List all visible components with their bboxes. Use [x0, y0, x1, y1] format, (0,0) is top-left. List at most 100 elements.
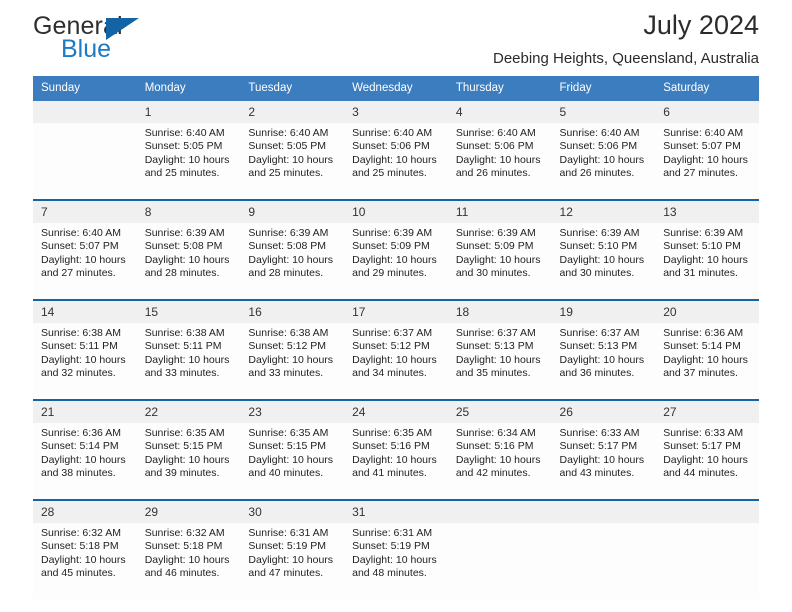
sunrise-text: Sunrise: 6:35 AM	[352, 427, 433, 439]
day-number[interactable]: 24	[344, 401, 448, 423]
day-cell[interactable]: Sunrise: 6:31 AM Sunset: 5:19 PM Dayligh…	[344, 523, 448, 599]
sunset-text: Sunset: 5:15 PM	[248, 440, 327, 453]
day-number[interactable]: 8	[136, 201, 241, 223]
daylight-text-line1: Daylight: 10 hours	[559, 353, 645, 366]
day-number[interactable]: 17	[344, 301, 448, 323]
day-cell[interactable]: Sunrise: 6:40 AM Sunset: 5:05 PM Dayligh…	[136, 123, 241, 199]
sunrise-text: Sunrise: 6:40 AM	[559, 127, 640, 139]
page-title: July 2024	[643, 10, 759, 40]
day-cell[interactable]: Sunrise: 6:31 AM Sunset: 5:19 PM Dayligh…	[240, 523, 345, 599]
day-number[interactable]: 14	[33, 301, 137, 323]
weekday-header-sunday: Sunday	[33, 76, 137, 101]
day-cell[interactable]: Sunrise: 6:40 AM Sunset: 5:07 PM Dayligh…	[655, 123, 759, 199]
day-number[interactable]: 11	[447, 201, 552, 223]
day-number[interactable]: 26	[551, 401, 656, 423]
day-number[interactable]: 25	[447, 401, 552, 423]
day-cell[interactable]: Sunrise: 6:39 AM Sunset: 5:09 PM Dayligh…	[344, 223, 448, 299]
day-cell[interactable]: Sunrise: 6:34 AM Sunset: 5:16 PM Dayligh…	[447, 423, 552, 499]
day-number[interactable]: 23	[240, 401, 345, 423]
sunset-text: Sunset: 5:06 PM	[455, 140, 534, 153]
daylight-text-line2: and 37 minutes.	[663, 367, 738, 380]
week-detail-row: Sunrise: 6:40 AM Sunset: 5:05 PM Dayligh…	[33, 123, 759, 199]
daylight-text-line2: and 33 minutes.	[248, 367, 324, 380]
sunset-text: Sunset: 5:06 PM	[352, 140, 430, 153]
day-number[interactable]: 29	[136, 501, 241, 523]
day-cell[interactable]: Sunrise: 6:33 AM Sunset: 5:17 PM Dayligh…	[551, 423, 656, 499]
sunset-text: Sunset: 5:16 PM	[455, 440, 534, 453]
daylight-text-line1: Daylight: 10 hours	[41, 253, 126, 266]
day-number[interactable]: 10	[344, 201, 448, 223]
day-cell[interactable]: Sunrise: 6:40 AM Sunset: 5:05 PM Dayligh…	[240, 123, 345, 199]
day-cell[interactable]: Sunrise: 6:40 AM Sunset: 5:06 PM Dayligh…	[551, 123, 656, 199]
day-cell[interactable]: Sunrise: 6:39 AM Sunset: 5:08 PM Dayligh…	[136, 223, 241, 299]
daylight-text-line2: and 36 minutes.	[559, 367, 635, 380]
day-cell[interactable]: Sunrise: 6:32 AM Sunset: 5:18 PM Dayligh…	[33, 523, 137, 599]
daylight-text-line2: and 25 minutes.	[248, 167, 324, 180]
day-number[interactable]: 30	[240, 501, 345, 523]
daylight-text-line1: Daylight: 10 hours	[455, 453, 541, 466]
sunset-text: Sunset: 5:17 PM	[663, 440, 741, 453]
day-number[interactable]: 1	[136, 101, 241, 123]
calendar-page: General Blue July 2024 Deebing Heights, …	[0, 0, 792, 612]
day-cell[interactable]: Sunrise: 6:38 AM Sunset: 5:12 PM Dayligh…	[240, 323, 345, 399]
day-number[interactable]: 4	[447, 101, 552, 123]
day-number[interactable]: 21	[33, 401, 137, 423]
weekday-header-thursday: Thursday	[447, 76, 552, 101]
daylight-text-line2: and 27 minutes.	[663, 167, 738, 180]
general-blue-logo[interactable]: General Blue	[33, 13, 243, 71]
day-cell[interactable]: Sunrise: 6:35 AM Sunset: 5:15 PM Dayligh…	[136, 423, 241, 499]
sunset-text: Sunset: 5:09 PM	[455, 240, 534, 253]
day-cell[interactable]: Sunrise: 6:40 AM Sunset: 5:07 PM Dayligh…	[33, 223, 137, 299]
day-cell[interactable]: Sunrise: 6:37 AM Sunset: 5:13 PM Dayligh…	[551, 323, 656, 399]
day-number[interactable]: 2	[240, 101, 345, 123]
day-number[interactable]: 31	[344, 501, 448, 523]
sunset-text: Sunset: 5:12 PM	[248, 340, 327, 353]
day-number[interactable]: 27	[655, 401, 759, 423]
day-number[interactable]: 18	[447, 301, 552, 323]
day-number[interactable]: 3	[344, 101, 448, 123]
daylight-text-line1: Daylight: 10 hours	[144, 353, 230, 366]
sunrise-text: Sunrise: 6:39 AM	[144, 227, 225, 239]
day-cell[interactable]: Sunrise: 6:32 AM Sunset: 5:18 PM Dayligh…	[136, 523, 241, 599]
day-cell[interactable]: Sunrise: 6:33 AM Sunset: 5:17 PM Dayligh…	[655, 423, 759, 499]
day-cell[interactable]: Sunrise: 6:38 AM Sunset: 5:11 PM Dayligh…	[136, 323, 241, 399]
day-number[interactable]: 6	[655, 101, 759, 123]
week-number-row: 28 29 30 31	[33, 501, 759, 523]
day-cell-empty	[551, 523, 656, 599]
day-cell[interactable]: Sunrise: 6:39 AM Sunset: 5:08 PM Dayligh…	[240, 223, 345, 299]
sunset-text: Sunset: 5:18 PM	[144, 540, 223, 553]
daylight-text-line2: and 26 minutes.	[455, 167, 531, 180]
day-number[interactable]: 9	[240, 201, 345, 223]
day-cell[interactable]: Sunrise: 6:37 AM Sunset: 5:12 PM Dayligh…	[344, 323, 448, 399]
day-cell[interactable]: Sunrise: 6:35 AM Sunset: 5:16 PM Dayligh…	[344, 423, 448, 499]
day-number[interactable]: 13	[655, 201, 759, 223]
day-cell[interactable]: Sunrise: 6:37 AM Sunset: 5:13 PM Dayligh…	[447, 323, 552, 399]
day-number[interactable]: 22	[136, 401, 241, 423]
day-cell[interactable]: Sunrise: 6:39 AM Sunset: 5:09 PM Dayligh…	[447, 223, 552, 299]
day-number[interactable]	[33, 101, 137, 123]
day-cell[interactable]: Sunrise: 6:38 AM Sunset: 5:11 PM Dayligh…	[33, 323, 137, 399]
day-cell[interactable]: Sunrise: 6:35 AM Sunset: 5:15 PM Dayligh…	[240, 423, 345, 499]
daylight-text-line1: Daylight: 10 hours	[559, 253, 645, 266]
sunrise-text: Sunrise: 6:39 AM	[559, 227, 640, 239]
sunrise-text: Sunrise: 6:33 AM	[559, 427, 640, 439]
day-cell[interactable]: Sunrise: 6:36 AM Sunset: 5:14 PM Dayligh…	[33, 423, 137, 499]
sunset-text: Sunset: 5:13 PM	[559, 340, 638, 353]
day-number[interactable]: 15	[136, 301, 241, 323]
page-header: General Blue July 2024 Deebing Heights, …	[33, 0, 759, 76]
sunset-text: Sunset: 5:13 PM	[455, 340, 534, 353]
day-cell[interactable]: Sunrise: 6:39 AM Sunset: 5:10 PM Dayligh…	[551, 223, 656, 299]
day-cell[interactable]: Sunrise: 6:39 AM Sunset: 5:10 PM Dayligh…	[655, 223, 759, 299]
day-number[interactable]: 7	[33, 201, 137, 223]
day-number[interactable]: 19	[551, 301, 656, 323]
day-number[interactable]: 12	[551, 201, 656, 223]
day-cell[interactable]: Sunrise: 6:40 AM Sunset: 5:06 PM Dayligh…	[447, 123, 552, 199]
day-number[interactable]: 20	[655, 301, 759, 323]
sunrise-text: Sunrise: 6:39 AM	[455, 227, 536, 239]
day-cell[interactable]: Sunrise: 6:36 AM Sunset: 5:14 PM Dayligh…	[655, 323, 759, 399]
sunset-text: Sunset: 5:10 PM	[559, 240, 638, 253]
day-number[interactable]: 5	[551, 101, 656, 123]
day-cell[interactable]: Sunrise: 6:40 AM Sunset: 5:06 PM Dayligh…	[344, 123, 448, 199]
day-number[interactable]: 28	[33, 501, 137, 523]
day-number[interactable]: 16	[240, 301, 345, 323]
